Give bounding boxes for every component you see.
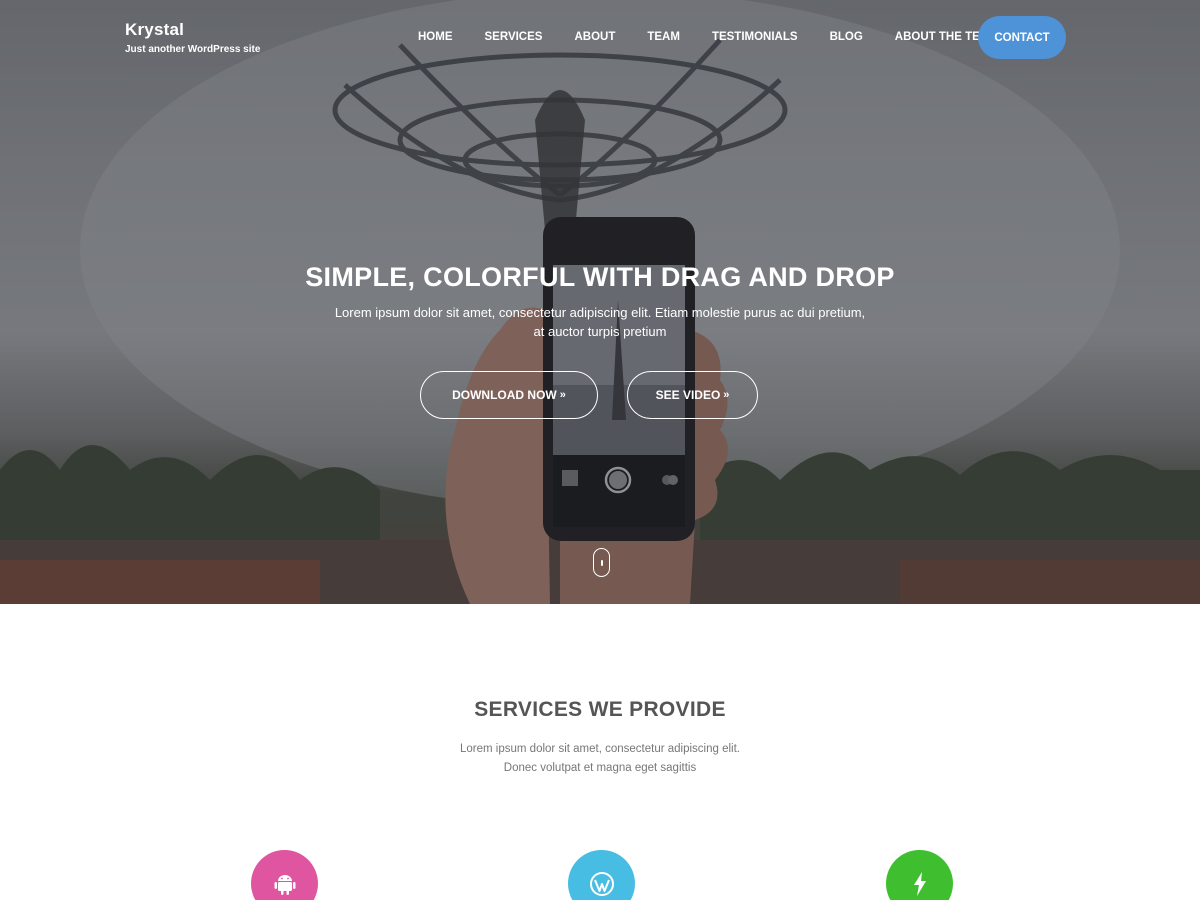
nav-item-testimonials[interactable]: TESTIMONIALS [712, 31, 798, 43]
site-branding: Krystal Just another WordPress site [125, 20, 260, 55]
nav-item-services[interactable]: SERVICES [485, 31, 543, 43]
see-video-label: SEE VIDEO [655, 388, 721, 402]
double-chevron-right-icon: » [723, 389, 730, 401]
service-icon-android [251, 850, 318, 900]
mouse-wheel-icon [600, 559, 603, 566]
main-navigation: HOME SERVICES ABOUT TEAM TESTIMONIALS BL… [418, 31, 1013, 43]
nav-item-home[interactable]: HOME [418, 31, 453, 43]
site-tagline: Just another WordPress site [125, 44, 261, 55]
nav-item-blog[interactable]: BLOG [830, 31, 863, 43]
hero-title: SIMPLE, COLORFUL WITH DRAG AND DROP [305, 262, 895, 292]
download-now-label: DOWNLOAD NOW [452, 388, 557, 402]
nav-item-team[interactable]: TEAM [647, 31, 680, 43]
double-chevron-right-icon: » [559, 389, 566, 401]
bolt-icon [913, 871, 926, 896]
nav-item-about[interactable]: ABOUT [574, 31, 615, 43]
service-icon-bolt [886, 850, 953, 900]
services-title: SERVICES WE PROVIDE [474, 698, 726, 721]
download-now-button[interactable]: DOWNLOAD NOW » [420, 371, 598, 419]
contact-button[interactable]: CONTACT [978, 16, 1066, 59]
hero-section: Krystal Just another WordPress site HOME… [0, 0, 1200, 604]
wordpress-icon [589, 871, 614, 896]
hero-text: Lorem ipsum dolor sit amet, consectetur … [334, 305, 866, 339]
site-title[interactable]: Krystal [125, 20, 260, 40]
services-subtitle-line-2: Donec volutpat et magna eget sagittis [503, 762, 697, 774]
android-icon [274, 874, 295, 895]
hero-overlay [0, 0, 1200, 604]
scroll-down-indicator[interactable] [593, 548, 610, 577]
service-icon-wordpress [568, 850, 635, 900]
services-subtitle-line-1: Lorem ipsum dolor sit amet, consectetur … [460, 743, 740, 755]
see-video-button[interactable]: SEE VIDEO » [627, 371, 758, 419]
services-subtitle: Lorem ipsum dolor sit amet, consectetur … [400, 740, 800, 778]
